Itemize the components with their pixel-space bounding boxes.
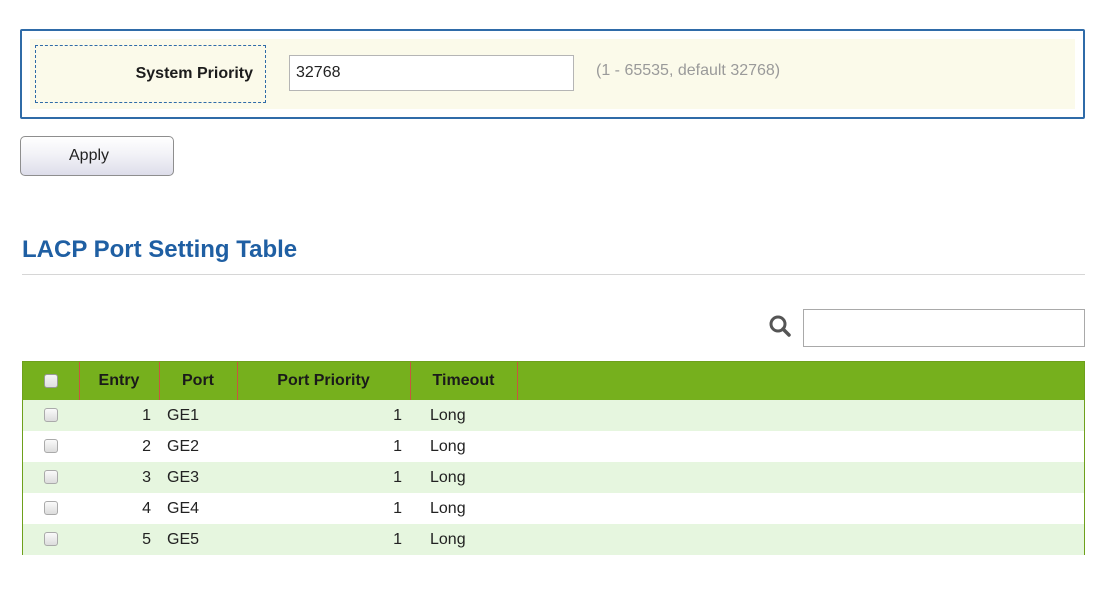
column-header-timeout[interactable]: Timeout — [410, 362, 518, 400]
row-port: GE3 — [167, 468, 200, 486]
row-checkbox[interactable] — [44, 470, 58, 485]
search-icon[interactable] — [768, 314, 792, 338]
table-row[interactable]: 4 GE4 1 Long — [23, 493, 1084, 524]
table-row[interactable]: 1 GE1 1 Long — [23, 400, 1084, 431]
select-all-cell[interactable] — [23, 362, 80, 400]
row-port-priority: 1 — [393, 468, 402, 486]
lacp-port-table: Entry Port Port Priority Timeout 1 GE1 1… — [22, 361, 1085, 555]
row-timeout: Long — [430, 406, 466, 424]
column-header-port[interactable]: Port — [159, 362, 238, 400]
row-filler — [517, 462, 1084, 493]
section-divider — [22, 274, 1085, 275]
row-timeout: Long — [430, 468, 466, 486]
row-entry: 1 — [142, 406, 151, 424]
apply-button[interactable]: Apply — [20, 136, 174, 176]
column-header-filler — [517, 362, 1084, 400]
table-header-row: Entry Port Port Priority Timeout — [23, 362, 1084, 400]
column-header-entry[interactable]: Entry — [79, 362, 160, 400]
row-port-priority: 1 — [393, 406, 402, 424]
row-select-cell — [23, 524, 79, 555]
row-select-cell — [23, 400, 79, 431]
row-filler — [517, 524, 1084, 555]
system-priority-row: System Priority (1 - 65535, default 3276… — [30, 39, 1075, 109]
row-port-priority: 1 — [393, 499, 402, 517]
section-title: LACP Port Setting Table — [22, 236, 298, 263]
row-port: GE2 — [167, 437, 200, 455]
row-port-priority: 1 — [393, 437, 402, 455]
row-checkbox[interactable] — [44, 532, 58, 547]
row-checkbox[interactable] — [44, 408, 58, 423]
table-row[interactable]: 2 GE2 1 Long — [23, 431, 1084, 462]
row-port: GE5 — [167, 530, 200, 548]
row-port-priority: 1 — [393, 530, 402, 548]
row-port: GE4 — [167, 499, 200, 517]
row-checkbox[interactable] — [44, 501, 58, 516]
row-select-cell — [23, 462, 79, 493]
row-port: GE1 — [167, 406, 200, 424]
row-filler — [517, 493, 1084, 524]
row-checkbox[interactable] — [44, 439, 58, 454]
row-timeout: Long — [430, 437, 466, 455]
row-entry: 2 — [142, 437, 151, 455]
system-priority-hint: (1 - 65535, default 32768) — [596, 62, 781, 79]
system-priority-label: System Priority — [35, 45, 266, 103]
row-timeout: Long — [430, 530, 466, 548]
table-row[interactable]: 3 GE3 1 Long — [23, 462, 1084, 493]
row-filler — [517, 431, 1084, 462]
row-entry: 5 — [142, 530, 151, 548]
select-all-checkbox[interactable] — [43, 373, 58, 388]
column-header-port-priority[interactable]: Port Priority — [237, 362, 411, 400]
row-entry: 4 — [142, 499, 151, 517]
row-select-cell — [23, 431, 79, 462]
row-timeout: Long — [430, 499, 466, 517]
row-entry: 3 — [142, 468, 151, 486]
table-search-input[interactable] — [803, 309, 1085, 347]
row-select-cell — [23, 493, 79, 524]
system-priority-panel: System Priority (1 - 65535, default 3276… — [20, 29, 1085, 119]
table-row[interactable]: 5 GE5 1 Long — [23, 524, 1084, 555]
system-priority-input[interactable] — [289, 55, 574, 91]
row-filler — [517, 400, 1084, 431]
